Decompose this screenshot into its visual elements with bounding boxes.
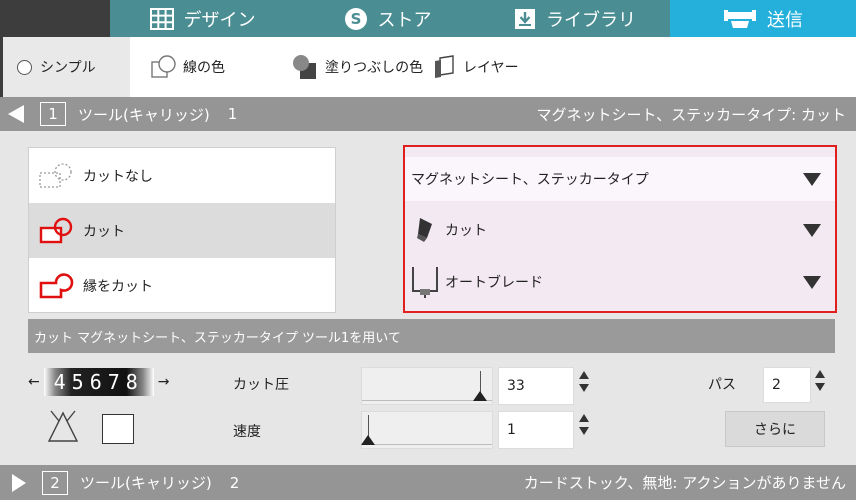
cut-option-label: カット <box>83 223 125 240</box>
pressure-stepper[interactable] <box>577 371 591 392</box>
tool1-header[interactable]: 1 ツール(キャリッジ) 1 マグネットシート、ステッカータイプ: カット <box>0 97 856 131</box>
tab-label: ライブラリ <box>546 9 636 31</box>
blade-counter-digits: 45678 <box>43 368 154 396</box>
cut-option-none[interactable]: カットなし <box>29 148 335 203</box>
cut-option-cut[interactable]: カット <box>29 203 335 258</box>
tool2-index: 2 <box>229 473 240 492</box>
tab-send[interactable]: 送信 <box>670 0 856 37</box>
no-cut-icon <box>37 162 77 190</box>
layer-icon <box>431 55 457 79</box>
tab-label: 送信 <box>767 9 803 31</box>
tool2-title: ツール(キャリッジ) <box>80 474 212 492</box>
mode-label: シンプル <box>40 60 96 76</box>
line-color-icon <box>151 55 177 79</box>
slider-thumb[interactable] <box>473 391 487 401</box>
mode-layer[interactable]: レイヤー <box>431 37 519 97</box>
pass-label: パス <box>708 377 736 393</box>
tab-label: ストア <box>377 9 432 31</box>
pressure-value: 33 <box>507 378 525 394</box>
svg-text:S: S <box>350 10 361 28</box>
mode-label: レイヤー <box>463 60 519 76</box>
stepper-up-icon[interactable] <box>579 414 589 422</box>
pressure-slider[interactable] <box>361 367 493 405</box>
dropdown-arrow-icon <box>803 172 821 186</box>
tab-design[interactable]: デザイン <box>110 0 295 37</box>
tool1-number: 1 <box>40 102 66 126</box>
square-test-button[interactable] <box>102 414 134 444</box>
tool-info-bar: カット マグネットシート、ステッカータイプ ツール1を用いて <box>28 319 835 353</box>
tool2-number: 2 <box>42 470 68 495</box>
material-settings-box: マグネットシート、ステッカータイプ カット オートブレード <box>403 145 837 313</box>
blade-dropdown[interactable]: オートブレード <box>405 257 835 307</box>
cut-icon <box>37 216 77 246</box>
mode-simple[interactable]: シンプル <box>3 37 130 97</box>
tool2-header[interactable]: 2 ツール(キャリッジ) 2 カードストック、無地: アクションがありません <box>0 465 856 500</box>
dropdown-arrow-icon <box>803 275 821 289</box>
fill-color-icon <box>291 54 319 80</box>
mode-label: 線の色 <box>183 60 225 76</box>
tool1-index: 1 <box>227 105 238 123</box>
stepper-down-icon[interactable] <box>815 383 825 391</box>
mode-toolbar: シンプル 線の色 塗りつぶしの色 レイヤー <box>0 37 856 97</box>
collapse-arrow-icon[interactable] <box>8 105 24 123</box>
speed-input[interactable]: 1 <box>498 411 574 449</box>
more-button-label: さらに <box>754 422 796 438</box>
tab-label: デザイン <box>183 9 256 31</box>
stepper-up-icon[interactable] <box>815 370 825 378</box>
arrow-right-icon: → <box>157 374 170 390</box>
auto-blade-icon <box>411 265 439 299</box>
action-value: カット <box>445 223 487 239</box>
tool1-panel: カットなし カット 縁をカット マグネットシート、ステッカータイプ カット オー… <box>3 131 853 465</box>
expand-arrow-icon[interactable] <box>12 473 26 492</box>
arrow-left-icon: ← <box>28 374 40 390</box>
material-type-value: マグネットシート、ステッカータイプ <box>411 172 649 188</box>
slider-thumb[interactable] <box>361 435 375 445</box>
stepper-down-icon[interactable] <box>579 427 589 435</box>
test-cut-icon[interactable] <box>43 409 83 449</box>
more-button[interactable]: さらに <box>725 411 825 447</box>
speed-value: 1 <box>507 422 516 438</box>
edge-cut-icon <box>37 271 77 301</box>
speed-label: 速度 <box>233 424 261 440</box>
nav-lead-area <box>0 0 110 37</box>
action-dropdown[interactable]: カット <box>405 205 835 255</box>
material-type-dropdown[interactable]: マグネットシート、ステッカータイプ <box>405 157 835 201</box>
tool1-title: ツール(キャリッジ) <box>78 105 210 124</box>
speed-slider[interactable] <box>361 411 493 449</box>
mode-line-color[interactable]: 線の色 <box>151 37 225 97</box>
blade-value: オートブレード <box>445 275 543 291</box>
blade-cut-icon <box>411 216 439 244</box>
tab-library[interactable]: ライブラリ <box>480 0 670 37</box>
store-s-icon: S <box>344 7 368 31</box>
tool2-summary: カードストック、無地: アクションがありません <box>523 474 846 492</box>
cut-option-edge[interactable]: 縁をカット <box>29 258 335 313</box>
pressure-label: カット圧 <box>233 377 289 393</box>
tab-store[interactable]: S ストア <box>295 0 480 37</box>
cut-option-label: カットなし <box>83 168 153 185</box>
stepper-up-icon[interactable] <box>579 371 589 379</box>
radio-icon <box>17 59 32 75</box>
cut-option-label: 縁をカット <box>83 278 153 295</box>
download-box-icon <box>514 8 536 30</box>
mode-label: 塗りつぶしの色 <box>325 60 424 76</box>
pass-stepper[interactable] <box>813 370 827 391</box>
tool1-summary: マグネットシート、ステッカータイプ: カット <box>536 105 846 124</box>
blade-depth-counter[interactable]: ← 45678 → <box>28 367 169 397</box>
grid-icon <box>149 7 174 30</box>
mode-fill-color[interactable]: 塗りつぶしの色 <box>291 37 423 97</box>
speed-stepper[interactable] <box>577 414 591 435</box>
slider-track <box>362 444 492 445</box>
stepper-down-icon[interactable] <box>579 384 589 392</box>
dropdown-arrow-icon <box>803 223 821 237</box>
top-navigation: デザイン S ストア ライブラリ 送信 <box>0 0 856 37</box>
cut-style-list: カットなし カット 縁をカット <box>28 147 336 313</box>
pass-input[interactable]: 2 <box>763 367 811 403</box>
tool-info-text: カット マグネットシート、ステッカータイプ ツール1を用いて <box>34 330 401 346</box>
cutter-machine-icon <box>723 8 757 30</box>
pressure-input[interactable]: 33 <box>498 367 574 405</box>
pass-value: 2 <box>772 377 781 393</box>
